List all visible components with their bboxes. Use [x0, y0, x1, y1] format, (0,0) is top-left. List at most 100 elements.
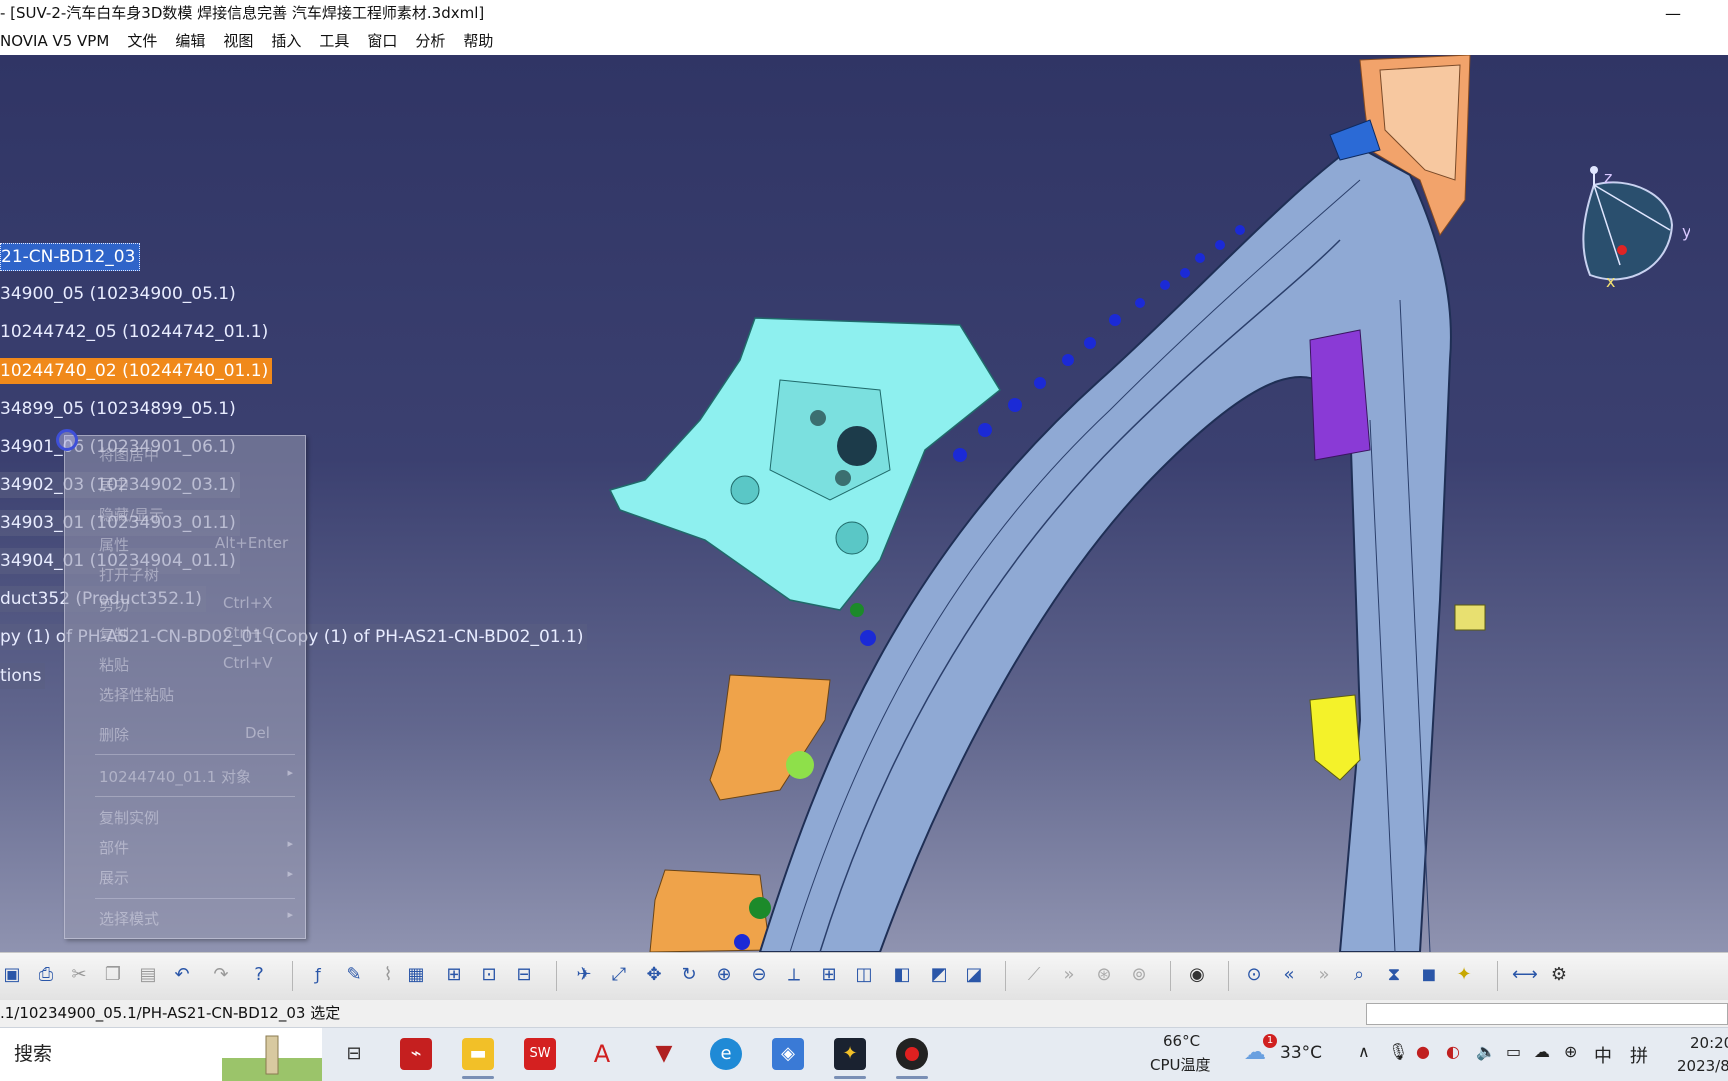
clock-date[interactable]: 2023/8 [1677, 1057, 1728, 1075]
menu-item-paste[interactable]: 粘贴 [99, 654, 129, 675]
shading-icon[interactable]: ◧ [890, 963, 914, 987]
search-icon[interactable]: ⌕ [1347, 963, 1371, 987]
compass-widget[interactable]: z y x [1570, 115, 1690, 315]
menu-view[interactable]: 视图 [223, 27, 253, 55]
first-icon[interactable]: « [1277, 963, 1301, 987]
clock-time[interactable]: 20:20 [1690, 1034, 1728, 1052]
cloud-sync-icon[interactable]: ☁ [1534, 1042, 1550, 1061]
task-view-icon[interactable]: ⊟ [338, 1038, 370, 1070]
tree-item[interactable]: 34899_05 (10234899_05.1) [0, 396, 240, 422]
menu-item-copy[interactable]: 复制 [99, 624, 129, 645]
solidworks-icon[interactable]: SW [524, 1038, 556, 1070]
globe-icon[interactable]: ⊕ [1564, 1042, 1577, 1061]
whats-this-icon[interactable]: ? [247, 963, 271, 987]
cut-icon[interactable]: ✂ [67, 963, 91, 987]
menu-edit[interactable]: 编辑 [175, 27, 205, 55]
hide-icon[interactable]: ◩ [927, 963, 951, 987]
filter-icon[interactable]: ⧗ [1382, 963, 1406, 987]
menu-insert[interactable]: 插入 [271, 27, 301, 55]
tools-icon[interactable]: ⚙ [1547, 963, 1571, 987]
iso-view-icon[interactable]: ◫ [852, 963, 876, 987]
menu-file[interactable]: 文件 [127, 27, 157, 55]
comment-icon[interactable]: ✎ [342, 963, 366, 987]
tree-item[interactable]: tions [0, 663, 46, 689]
light-icon[interactable]: ✦ [1452, 963, 1476, 987]
menu-item-representations[interactable]: 展示 [99, 867, 129, 888]
catia-icon[interactable]: ◈ [772, 1038, 804, 1070]
weather-temperature[interactable]: 33°C [1280, 1043, 1322, 1063]
camera-icon[interactable]: ◉ [1185, 963, 1209, 987]
tree-item[interactable]: 10244742_05 (10244742_01.1) [0, 319, 272, 345]
detach-icon[interactable]: ⊚ [1127, 963, 1151, 987]
tree-item-root[interactable]: 21-CN-BD12_03 [0, 243, 141, 271]
normal-view-icon[interactable]: ⟂ [782, 963, 806, 987]
split-icon[interactable]: ⊟ [512, 963, 536, 987]
redo-icon[interactable]: ↷ [209, 963, 233, 987]
menu-item-selection-mode[interactable]: 选择模式 [99, 908, 159, 929]
menu-item-properties[interactable]: 属性 [99, 534, 129, 555]
paste-icon[interactable]: ▤ [136, 963, 160, 987]
menu-window[interactable]: 窗口 [367, 27, 397, 55]
app-triangle-icon[interactable]: ▼ [648, 1038, 680, 1070]
multi-view-icon[interactable]: ⊞ [817, 963, 841, 987]
snap-icon[interactable]: ⟋ [1022, 963, 1046, 987]
attach-icon[interactable]: ⊛ [1092, 963, 1116, 987]
tray-chevron-up-icon[interactable]: ∧ [1358, 1042, 1370, 1061]
formula-icon[interactable]: ƒ [306, 963, 330, 987]
record2-tray-icon[interactable]: ◐ [1446, 1042, 1460, 1061]
ime-pinyin[interactable]: 拼 [1630, 1042, 1648, 1068]
print-icon[interactable]: ⎙ [34, 963, 58, 987]
menu-help[interactable]: 帮助 [463, 27, 493, 55]
copy-icon[interactable]: ❐ [101, 963, 125, 987]
menu-item-delete[interactable]: 删除 [99, 724, 129, 745]
color-icon[interactable]: ◼ [1417, 963, 1441, 987]
volume-icon[interactable]: 🔈 [1476, 1042, 1496, 1061]
microphone-icon[interactable]: 🎙 [1388, 1042, 1408, 1061]
next-icon[interactable]: » [1057, 963, 1081, 987]
menu-item-paste-special[interactable]: 选择性粘贴 [99, 684, 174, 705]
menu-item-cut[interactable]: 剪切 [99, 594, 129, 615]
menu-item-object[interactable]: 10244740_01.1 对象 [99, 766, 251, 787]
command-input[interactable] [1366, 1003, 1728, 1025]
record-tray-icon[interactable]: ● [1416, 1042, 1430, 1061]
battery-icon[interactable]: ▭ [1506, 1042, 1521, 1061]
menu-tools[interactable]: 工具 [319, 27, 349, 55]
menu-item-hide-show[interactable]: 隐藏/显示 [99, 504, 164, 525]
zoom-out-icon[interactable]: ⊖ [747, 963, 771, 987]
tree-item[interactable]: 34900_05 (10234900_05.1) [0, 281, 240, 307]
fit-all-icon[interactable]: ⤢ [607, 963, 631, 987]
menu-app[interactable]: NOVIA V5 VPM [0, 27, 109, 55]
table-icon[interactable]: ▦ [404, 963, 428, 987]
measure-icon[interactable]: ⟷ [1512, 963, 1538, 987]
tree-icon[interactable]: ⊞ [442, 963, 466, 987]
pdf-app-icon[interactable]: ⌁ [400, 1038, 432, 1070]
zoom-in-icon[interactable]: ⊕ [712, 963, 736, 987]
file-explorer-icon[interactable]: ▬ [462, 1038, 494, 1070]
menu-item-reuse-instance[interactable]: 复制实例 [99, 807, 159, 828]
swap-icon[interactable]: ◪ [962, 963, 986, 987]
autocad-icon[interactable]: A [586, 1038, 618, 1070]
fly-icon[interactable]: ✈ [572, 963, 596, 987]
lock-icon[interactable]: ⊡ [477, 963, 501, 987]
target-icon[interactable]: ⊙ [1242, 963, 1266, 987]
undo-icon[interactable]: ↶ [170, 963, 194, 987]
taskbar-search[interactable]: 搜索 [0, 1028, 322, 1081]
rotate-icon[interactable]: ↻ [677, 963, 701, 987]
recorder-icon[interactable] [896, 1038, 928, 1070]
ruler-icon[interactable]: ⌇ [376, 963, 400, 987]
menu-item-components[interactable]: 部件 [99, 837, 129, 858]
media-app-icon[interactable]: ✦ [834, 1038, 866, 1070]
minimize-button[interactable]: — [1658, 0, 1688, 27]
mouse-cursor-icon [56, 429, 78, 451]
ime-chinese[interactable]: 中 [1594, 1042, 1612, 1068]
save-icon[interactable]: ▣ [0, 963, 24, 987]
last-icon[interactable]: » [1312, 963, 1336, 987]
menu-item-open-subtree[interactable]: 打开子树 [99, 564, 159, 585]
menu-analyze[interactable]: 分析 [415, 27, 445, 55]
pan-icon[interactable]: ✥ [642, 963, 666, 987]
3d-viewport[interactable]: 21-CN-BD12_03 34900_05 (10234900_05.1) 1… [0, 55, 1728, 952]
edge-browser-icon[interactable]: e [710, 1038, 742, 1070]
menu-item-center-graph[interactable]: 将图居中 [99, 444, 159, 465]
tree-item-selected[interactable]: 10244740_02 (10244740_01.1) [0, 358, 273, 384]
menu-item-center[interactable]: 居中 [99, 474, 129, 495]
